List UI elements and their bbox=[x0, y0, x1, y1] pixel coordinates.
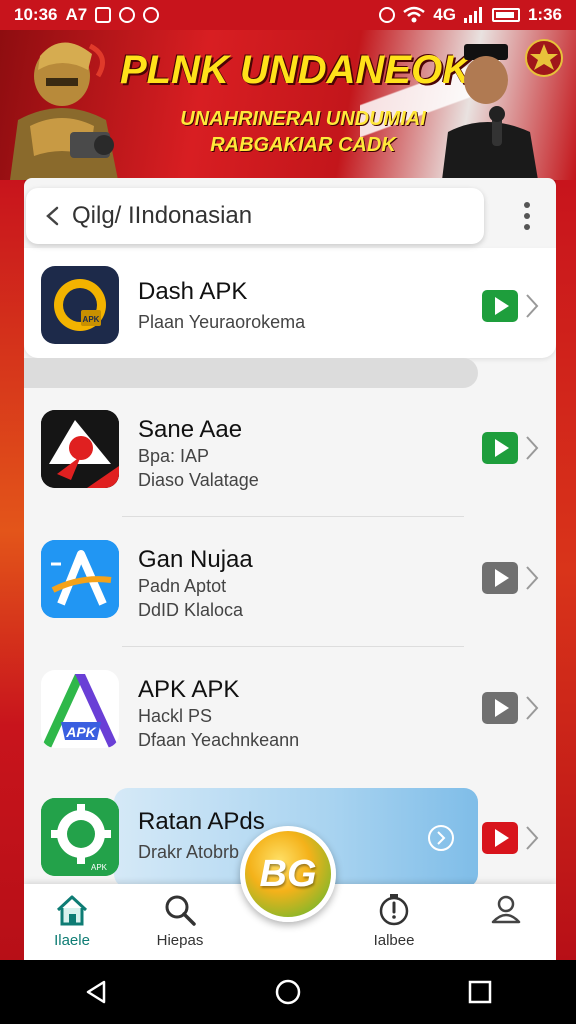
nav-timer[interactable]: Ialbee bbox=[354, 892, 434, 949]
emblem-icon bbox=[119, 7, 136, 23]
promo-banner[interactable]: PLNK UNDANEOK UNAHRINERAI UNDUMIAI RABGA… bbox=[0, 30, 576, 180]
chevron-right-icon[interactable] bbox=[524, 293, 540, 319]
status-time: 10:36 bbox=[14, 5, 58, 24]
nav-profile[interactable] bbox=[466, 892, 546, 932]
banner-title: PLNK UNDANEOK bbox=[120, 48, 472, 92]
list-item[interactable]: Gan Nujaa Padn Aptot DdID Klaloca bbox=[24, 518, 556, 646]
system-nav-bar bbox=[0, 960, 576, 1024]
chevron-right-icon[interactable] bbox=[524, 565, 540, 591]
back-icon[interactable] bbox=[82, 978, 110, 1006]
play-button[interactable] bbox=[482, 822, 518, 854]
home-icon bbox=[56, 895, 88, 926]
signal-label: 4G bbox=[433, 5, 456, 24]
app-version: Bpa: IAP bbox=[138, 446, 210, 466]
app-icon-apk: APK bbox=[41, 670, 119, 748]
search-icon bbox=[165, 895, 196, 926]
banner-subtitle-2: RABGAKIAR CADK bbox=[210, 134, 396, 156]
app-description: Dfaan Yeachnkeann bbox=[138, 730, 300, 750]
chevron-right-icon[interactable] bbox=[524, 825, 540, 851]
app-icon-sane bbox=[41, 410, 119, 488]
background-left bbox=[0, 180, 24, 960]
nav-search[interactable]: Hiepas bbox=[140, 892, 220, 949]
app-version: Padn Aptot bbox=[138, 576, 227, 596]
nav-home[interactable]: Ilaele bbox=[32, 892, 112, 949]
list-item[interactable]: APK APK APK Hackl PS Dfaan Yeachnkeann bbox=[24, 648, 556, 776]
nav-label: Hiepas bbox=[156, 932, 204, 949]
app-icon-dash-label: APK bbox=[83, 315, 100, 324]
back-arrow-icon[interactable] bbox=[42, 205, 64, 227]
profile-icon bbox=[491, 895, 521, 924]
app-description: Drakr Atobrb bbox=[138, 842, 240, 862]
nav-label: Ilaele bbox=[54, 932, 90, 949]
app-name: Dash APK bbox=[138, 278, 248, 305]
divider bbox=[122, 516, 464, 517]
app-name: Gan Nujaa bbox=[138, 546, 253, 573]
more-options-icon[interactable] bbox=[524, 202, 530, 230]
forward-circle-icon[interactable] bbox=[426, 823, 456, 853]
carrier-label: A7 bbox=[65, 5, 88, 24]
chevron-right-icon[interactable] bbox=[524, 435, 540, 461]
app-description: Diaso Valatage bbox=[138, 470, 259, 490]
home-button-icon[interactable] bbox=[274, 978, 302, 1006]
app-name: Ratan APds bbox=[138, 808, 265, 835]
app-icon-ratan-label: APK bbox=[91, 863, 108, 872]
gallery-icon bbox=[95, 7, 112, 23]
play-button[interactable] bbox=[482, 692, 518, 724]
app-icon-ratan: APK bbox=[41, 798, 119, 876]
app-version: Hackl PS bbox=[138, 706, 213, 726]
app-name: APK APK bbox=[138, 676, 240, 703]
search-query[interactable]: Qilg/ IIndonasian bbox=[72, 202, 252, 230]
app-description: Plaan Yeuraorokema bbox=[138, 312, 306, 332]
emblem-logo bbox=[525, 39, 563, 77]
wifi-icon bbox=[403, 6, 426, 23]
status-bar: 10:36 A7 4G 1:36 bbox=[0, 0, 576, 30]
battery-icon bbox=[491, 8, 520, 22]
clock-icon bbox=[379, 894, 409, 926]
signal-icon bbox=[463, 7, 482, 23]
background-right bbox=[556, 180, 576, 960]
notification-icon bbox=[143, 7, 160, 23]
status-time-right: 1:36 bbox=[527, 5, 562, 24]
recents-icon[interactable] bbox=[466, 978, 494, 1006]
app-description: DdID Klaloca bbox=[138, 600, 244, 620]
search-bar[interactable]: Qilg/ IIndonasian bbox=[26, 188, 484, 244]
chevron-right-icon[interactable] bbox=[524, 695, 540, 721]
divider bbox=[122, 646, 464, 647]
list-item[interactable]: APK Dash APK Plaan Yeuraorokema bbox=[24, 248, 556, 376]
play-button[interactable] bbox=[482, 290, 518, 322]
app-icon-apk-label: APK bbox=[65, 724, 96, 740]
warrior-image bbox=[10, 42, 118, 180]
list-item[interactable]: Sane Aae Bpa: IAP Diaso Valatage bbox=[24, 388, 556, 516]
center-fab-button[interactable]: BG bbox=[240, 826, 336, 922]
app-name: Sane Aae bbox=[138, 416, 243, 443]
play-button[interactable] bbox=[482, 562, 518, 594]
banner-subtitle: UNAHRINERAI UNDUMIAI bbox=[180, 108, 426, 130]
app-icon-gan bbox=[41, 540, 119, 618]
app-icon-dash: APK bbox=[41, 266, 119, 344]
alarm-icon bbox=[379, 7, 396, 23]
play-button[interactable] bbox=[482, 432, 518, 464]
nav-label: Ialbee bbox=[373, 932, 415, 949]
